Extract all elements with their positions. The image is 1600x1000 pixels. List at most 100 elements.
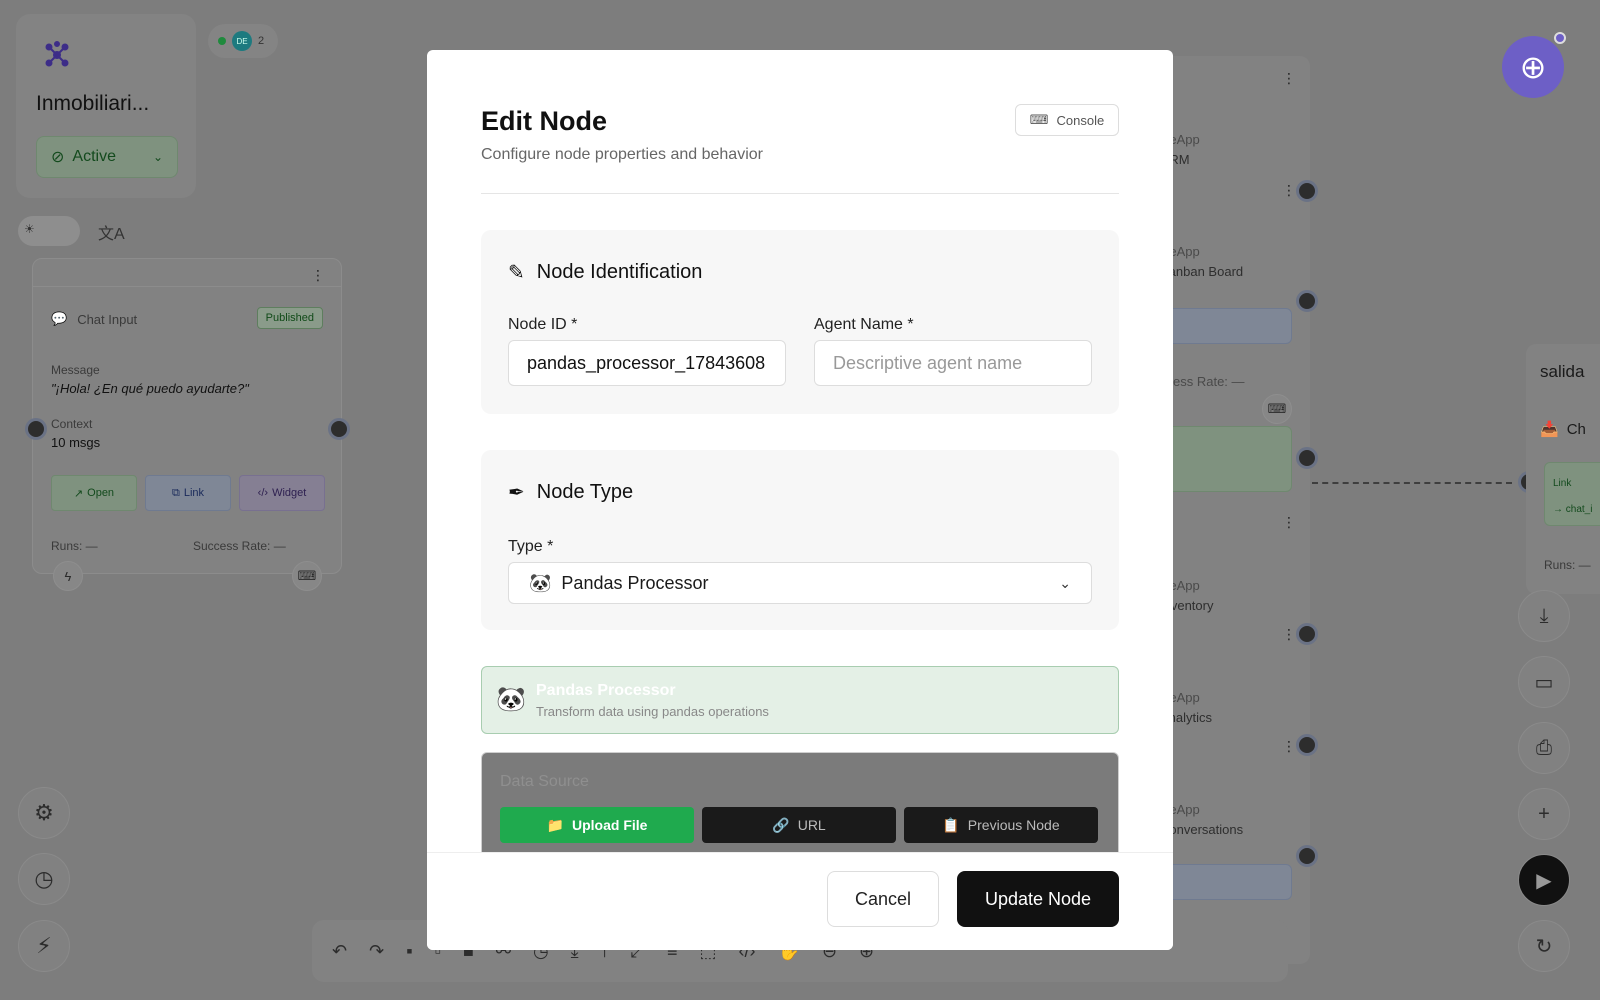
open-button[interactable]: ↗ Open: [51, 475, 137, 511]
context-label: Context: [51, 417, 93, 431]
console-button[interactable]: ⌨ Console: [1015, 104, 1119, 136]
online-dot: [218, 37, 226, 45]
zoom-plus-icon[interactable]: +: [1518, 788, 1570, 840]
kebab-menu-icon[interactable]: ⋮: [311, 267, 325, 284]
context-value: 10 msgs: [51, 435, 101, 450]
info-description: Transform data using pandas operations: [536, 704, 769, 719]
link-icon: 🔗: [772, 816, 790, 833]
divider: [481, 193, 1119, 194]
chevron-down-icon: ⌄: [152, 150, 163, 164]
monitor-icon[interactable]: ▭: [1518, 656, 1570, 708]
external-link-icon: ↗: [73, 487, 84, 500]
section-heading: ✒ Node Type: [508, 481, 634, 504]
modal-footer: Cancel Update Node: [427, 852, 1173, 950]
app-panel: Inmobiliari... ⊘ Active ⌄: [16, 14, 196, 198]
terminal-icon: ⌨: [1029, 112, 1049, 127]
agent-name-input[interactable]: [814, 340, 1092, 386]
panda-icon: 🐼: [529, 572, 552, 593]
link-label: Link: [1553, 478, 1572, 489]
copy-icon: ⧉: [171, 486, 180, 499]
status-badge: Published: [256, 307, 323, 329]
output-port[interactable]: [1296, 447, 1318, 469]
delete-icon[interactable]: ▪: [406, 941, 412, 962]
terminal-icon[interactable]: ⌨: [292, 561, 322, 591]
output-port[interactable]: [1296, 845, 1318, 867]
message-label: Message: [51, 363, 100, 377]
output-port[interactable]: [1296, 734, 1318, 756]
plus-circle-icon: ⊕: [1519, 49, 1547, 85]
code-icon: ‹/›: [257, 487, 269, 499]
chat-target: → chat_i: [1553, 504, 1593, 515]
node-id-label: Node ID *: [508, 316, 578, 333]
theme-toggle[interactable]: ☀: [18, 216, 80, 246]
lightning-icon[interactable]: ⚡: [18, 920, 70, 972]
add-node-fab[interactable]: ⊕: [1502, 36, 1564, 98]
refresh-icon[interactable]: ↻: [1518, 920, 1570, 972]
section-heading: ✎ Node Identification: [508, 261, 703, 284]
node-id-input[interactable]: [508, 340, 786, 386]
modal-subtitle: Configure node properties and behavior: [481, 146, 763, 163]
output-port[interactable]: [1296, 180, 1318, 202]
translate-icon[interactable]: 文A: [98, 220, 125, 244]
network-logo-icon: [45, 41, 69, 67]
bolt-icon[interactable]: ϟ: [53, 561, 83, 591]
feather-icon: ✒: [508, 482, 525, 504]
update-node-button[interactable]: Update Node: [957, 871, 1119, 927]
link-box[interactable]: Link → chat_i: [1544, 462, 1600, 526]
url-button[interactable]: 🔗 URL: [702, 807, 896, 843]
status-label: Active: [72, 148, 116, 165]
salida-node[interactable]: salida 📥 Ch Link → chat_i Runs: —: [1526, 344, 1600, 594]
previous-node-button[interactable]: 📋 Previous Node: [904, 807, 1098, 843]
node-header: [33, 259, 341, 287]
output-port[interactable]: [328, 418, 350, 440]
runs-stat: Runs: —: [51, 539, 98, 553]
chat-input-node[interactable]: ⋮ 💬 Chat Input Published Message "¡Hola!…: [32, 258, 342, 574]
agent-name-label: Agent Name *: [814, 316, 914, 333]
data-source-heading: Data Source: [500, 773, 589, 790]
upload-file-button[interactable]: 📁 Upload File: [500, 807, 694, 843]
widget-button[interactable]: ‹/› Widget: [239, 475, 325, 511]
kebab-menu-icon[interactable]: ⋮: [1282, 514, 1296, 531]
status-dropdown[interactable]: ⊘ Active ⌄: [36, 136, 178, 178]
edit-icon: ✎: [508, 262, 525, 284]
notification-dot: [1554, 32, 1566, 44]
node-identification-section: ✎ Node Identification Node ID * Agent Na…: [481, 230, 1119, 414]
chat-bubble-icon: 💬: [51, 311, 68, 326]
type-select[interactable]: 🐼 Pandas Processor ⌄: [508, 562, 1092, 604]
presence-indicator[interactable]: DE 2: [208, 24, 278, 58]
cancel-button[interactable]: Cancel: [827, 871, 939, 927]
kebab-menu-icon[interactable]: ⋮: [1282, 182, 1296, 199]
type-label: Type *: [508, 538, 554, 555]
node-title: 💬 Chat Input: [51, 311, 138, 327]
output-port[interactable]: [1296, 290, 1318, 312]
kebab-menu-icon[interactable]: ⋮: [1282, 626, 1296, 643]
connection-edge: [1312, 482, 1512, 484]
node-channel: 📥 Ch: [1540, 420, 1586, 439]
output-port[interactable]: [1296, 623, 1318, 645]
play-icon[interactable]: ▶: [1518, 854, 1570, 906]
info-title: Pandas Processor: [536, 682, 676, 699]
kebab-menu-icon[interactable]: ⋮: [1282, 70, 1296, 87]
input-port[interactable]: [25, 418, 47, 440]
sun-icon: ☀: [24, 222, 35, 236]
link-button[interactable]: ⧉ Link: [145, 475, 231, 511]
edit-node-modal: Edit Node Configure node properties and …: [427, 50, 1173, 950]
terminal-icon[interactable]: ⌨: [1262, 394, 1292, 424]
redo-icon[interactable]: ↷: [369, 941, 384, 962]
settings-gear-icon[interactable]: ⚙: [18, 787, 70, 839]
node-type-section: ✒ Node Type Type * 🐼 Pandas Processor ⌄: [481, 450, 1119, 630]
message-value: "¡Hola! ¿En qué puedo ayudarte?": [51, 381, 249, 396]
printer-icon[interactable]: ⎙: [1518, 722, 1570, 774]
import-icon[interactable]: ⤓: [1518, 590, 1570, 642]
panda-icon: 🐼: [496, 686, 526, 713]
modal-title: Edit Node: [481, 106, 607, 136]
node-type-info: 🐼 Pandas Processor Transform data using …: [481, 666, 1119, 734]
history-clock-icon[interactable]: ◷: [18, 853, 70, 905]
presence-count: 2: [258, 35, 265, 47]
success-rate-stat: Success Rate: —: [193, 539, 286, 553]
undo-icon[interactable]: ↶: [332, 941, 347, 962]
inbox-icon: 📥: [1540, 421, 1559, 438]
kebab-menu-icon[interactable]: ⋮: [1282, 738, 1296, 755]
chevron-down-icon: ⌄: [1059, 574, 1071, 591]
check-circle-icon: ⊘: [51, 149, 65, 166]
